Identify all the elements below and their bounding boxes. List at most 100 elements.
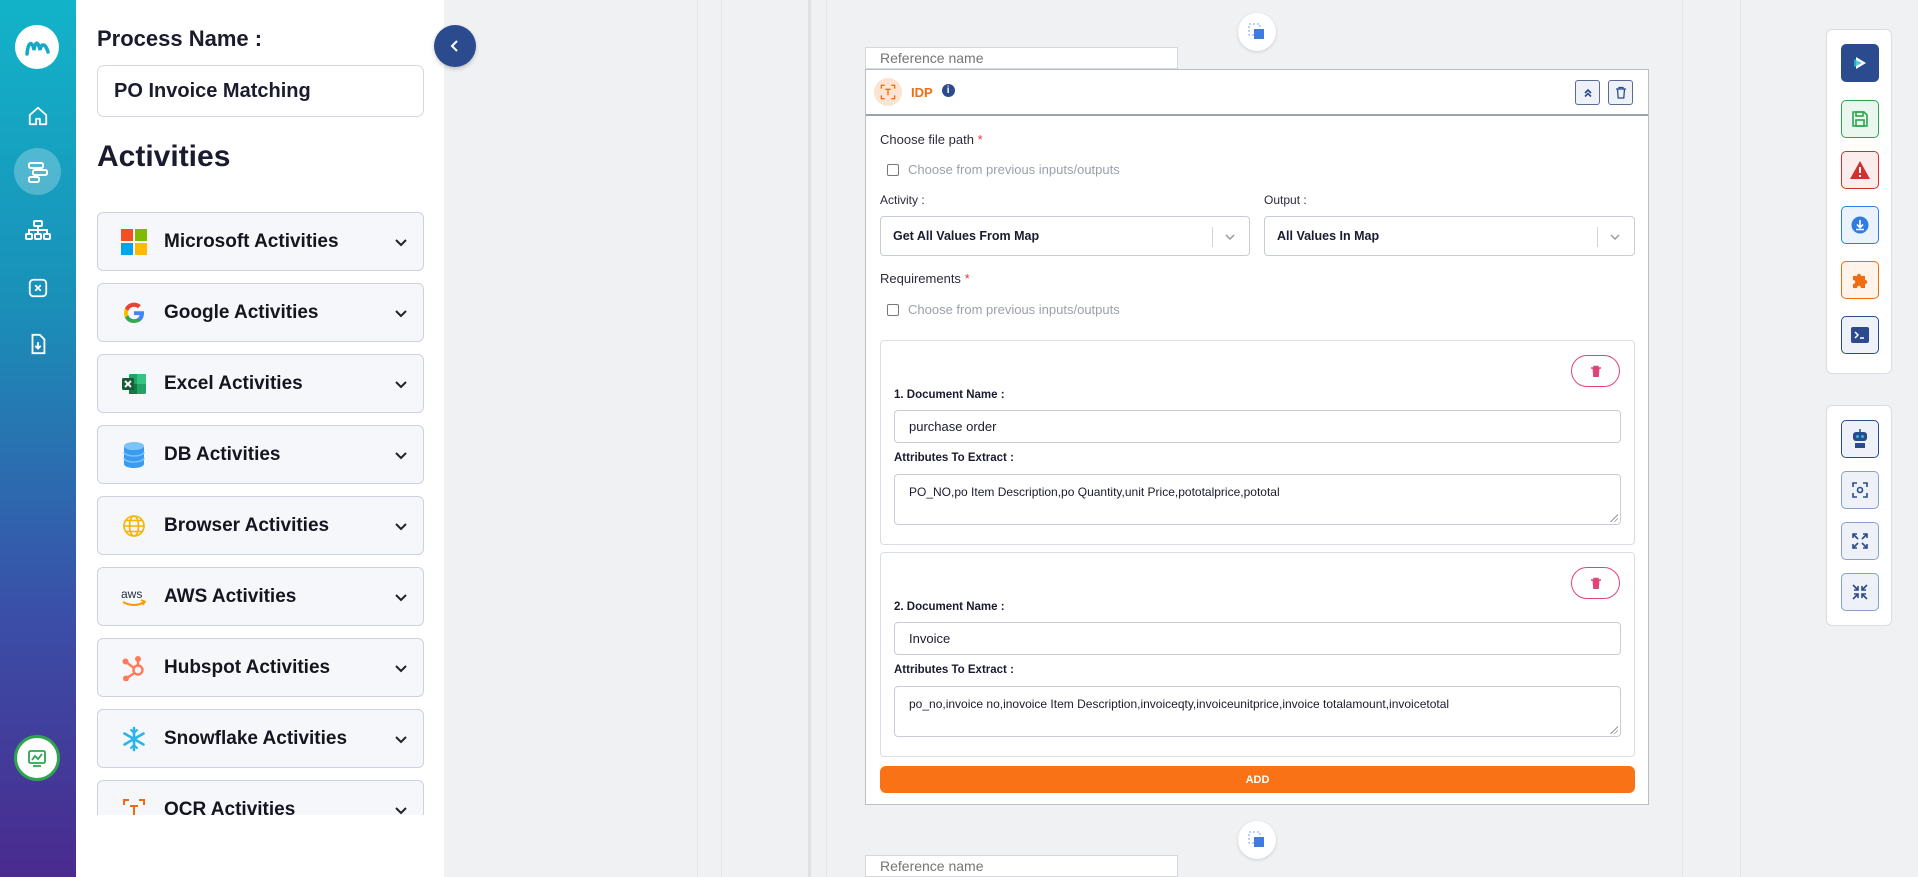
snowflake-icon bbox=[120, 725, 148, 753]
reference-name-input[interactable] bbox=[865, 47, 1178, 69]
accordion-snowflake-activities[interactable]: Snowflake Activities bbox=[97, 709, 424, 768]
chevron-down-icon bbox=[395, 451, 407, 459]
compress-button[interactable] bbox=[1841, 573, 1879, 611]
delete-card-button[interactable] bbox=[1608, 80, 1633, 105]
nav-rail bbox=[0, 0, 76, 877]
home-icon[interactable] bbox=[14, 92, 61, 139]
file-path-checkbox[interactable] bbox=[887, 163, 899, 176]
idp-icon bbox=[874, 78, 902, 106]
collapse-card-button[interactable] bbox=[1575, 80, 1600, 105]
download-file-icon[interactable] bbox=[14, 320, 61, 367]
expand-button[interactable] bbox=[1841, 522, 1879, 560]
trash-icon bbox=[1590, 365, 1601, 377]
accordion-label: Microsoft Activities bbox=[164, 230, 339, 252]
chevron-down-icon bbox=[395, 806, 407, 814]
process-name-input[interactable] bbox=[97, 65, 424, 117]
card-header: IDP i bbox=[866, 70, 1648, 116]
chevron-down-icon bbox=[1610, 234, 1620, 241]
attributes-label: Attributes To Extract : bbox=[894, 664, 1014, 676]
file-path-label: Choose file path * bbox=[880, 132, 983, 147]
chevron-down-icon bbox=[395, 380, 407, 388]
accordion-microsoft-activities[interactable]: Microsoft Activities bbox=[97, 212, 424, 271]
add-step-icon bbox=[1248, 23, 1264, 39]
save-button[interactable] bbox=[1841, 100, 1879, 138]
aws-icon: aws bbox=[120, 583, 148, 611]
attributes-value: po_no,invoice no,inovoice Item Descripti… bbox=[909, 697, 1450, 711]
attributes-label: Attributes To Extract : bbox=[894, 452, 1014, 464]
validate-button[interactable] bbox=[1841, 151, 1879, 189]
process-flow-icon[interactable] bbox=[14, 148, 61, 195]
play-icon bbox=[1854, 57, 1866, 69]
output-select[interactable]: All Values In Map bbox=[1264, 216, 1635, 256]
accordion-label: Hubspot Activities bbox=[164, 656, 331, 678]
card-title: IDP bbox=[911, 84, 933, 100]
expand-icon bbox=[1852, 533, 1868, 549]
delete-document-button[interactable] bbox=[1571, 355, 1620, 387]
add-step-connector[interactable] bbox=[1238, 821, 1276, 859]
deploy-button[interactable] bbox=[1841, 206, 1879, 244]
attributes-textarea[interactable]: po_no,invoice no,inovoice Item Descripti… bbox=[894, 686, 1621, 737]
accordion-ocr-activities[interactable]: OCR Activities bbox=[97, 780, 424, 815]
resize-handle[interactable] bbox=[1610, 726, 1618, 734]
document-name-input[interactable]: purchase order bbox=[894, 410, 1621, 443]
accordion-db-activities[interactable]: DB Activities bbox=[97, 425, 424, 484]
add-step-connector[interactable] bbox=[1238, 13, 1276, 51]
guide-line bbox=[808, 0, 811, 877]
accordion-google-activities[interactable]: Google Activities bbox=[97, 283, 424, 342]
svg-text:aws: aws bbox=[121, 587, 142, 601]
document-name-label: 2. Document Name : bbox=[894, 601, 1005, 613]
app-logo[interactable] bbox=[15, 25, 59, 69]
accordion-label: Snowflake Activities bbox=[164, 727, 348, 749]
terminal-icon bbox=[1851, 327, 1869, 343]
chevron-left-icon bbox=[450, 40, 458, 52]
collapse-panel-button[interactable] bbox=[434, 25, 476, 67]
resize-handle[interactable] bbox=[1610, 514, 1618, 522]
chevron-down-icon bbox=[395, 664, 407, 672]
excel-icon bbox=[120, 370, 148, 398]
accordion-label: DB Activities bbox=[164, 443, 281, 465]
requirements-checkbox-row[interactable]: Choose from previous inputs/outputs bbox=[887, 302, 1120, 317]
document-name-input[interactable]: Invoice bbox=[894, 622, 1621, 655]
accordion-excel-activities[interactable]: Excel Activities bbox=[97, 354, 424, 413]
trash-icon bbox=[1590, 577, 1601, 589]
warning-icon bbox=[1850, 161, 1870, 179]
download-gear-icon bbox=[1851, 216, 1869, 234]
run-button[interactable] bbox=[1841, 44, 1879, 82]
checkbox-label: Choose from previous inputs/outputs bbox=[908, 162, 1120, 177]
avatar[interactable] bbox=[14, 735, 60, 781]
puzzle-icon bbox=[1853, 273, 1868, 288]
activity-select-value: Get All Values From Map bbox=[893, 229, 1040, 243]
delete-document-button[interactable] bbox=[1571, 567, 1620, 599]
focus-icon bbox=[1852, 482, 1868, 498]
accordion-browser-activities[interactable]: Browser Activities bbox=[97, 496, 424, 555]
guide-line bbox=[826, 0, 827, 877]
add-document-button[interactable]: ADD bbox=[880, 766, 1635, 793]
activities-title: Activities bbox=[97, 140, 231, 173]
reference-name-input[interactable] bbox=[865, 855, 1178, 877]
plugin-button[interactable] bbox=[1841, 261, 1879, 299]
attributes-textarea[interactable]: PO_NO,po Item Description,po Quantity,un… bbox=[894, 474, 1621, 525]
hierarchy-icon[interactable] bbox=[14, 206, 61, 253]
info-icon[interactable]: i bbox=[941, 83, 955, 97]
bot-button[interactable] bbox=[1841, 420, 1879, 458]
process-name-label: Process Name : bbox=[97, 26, 263, 51]
bot-icon bbox=[1853, 429, 1867, 448]
output-label: Output : bbox=[1264, 193, 1307, 207]
guide-line bbox=[1740, 0, 1741, 877]
guide-line bbox=[1682, 0, 1683, 877]
accordion-label: Google Activities bbox=[164, 301, 319, 323]
variable-icon[interactable] bbox=[14, 264, 61, 311]
accordion-hubspot-activities[interactable]: Hubspot Activities bbox=[97, 638, 424, 697]
accordion-aws-activities[interactable]: aws AWS Activities bbox=[97, 567, 424, 626]
activity-select[interactable]: Get All Values From Map bbox=[880, 216, 1250, 256]
ocr-icon bbox=[120, 796, 148, 815]
console-button[interactable] bbox=[1841, 316, 1879, 354]
chevron-down-icon bbox=[395, 593, 407, 601]
focus-button[interactable] bbox=[1841, 471, 1879, 509]
accordion-label: Browser Activities bbox=[164, 514, 330, 536]
file-path-checkbox-row[interactable]: Choose from previous inputs/outputs bbox=[887, 162, 1120, 177]
requirements-checkbox[interactable] bbox=[887, 303, 899, 316]
accordion-label: OCR Activities bbox=[164, 798, 296, 816]
idp-activity-card: IDP i Choose file path * Choose from pre… bbox=[865, 69, 1649, 805]
trash-icon bbox=[1615, 86, 1626, 99]
